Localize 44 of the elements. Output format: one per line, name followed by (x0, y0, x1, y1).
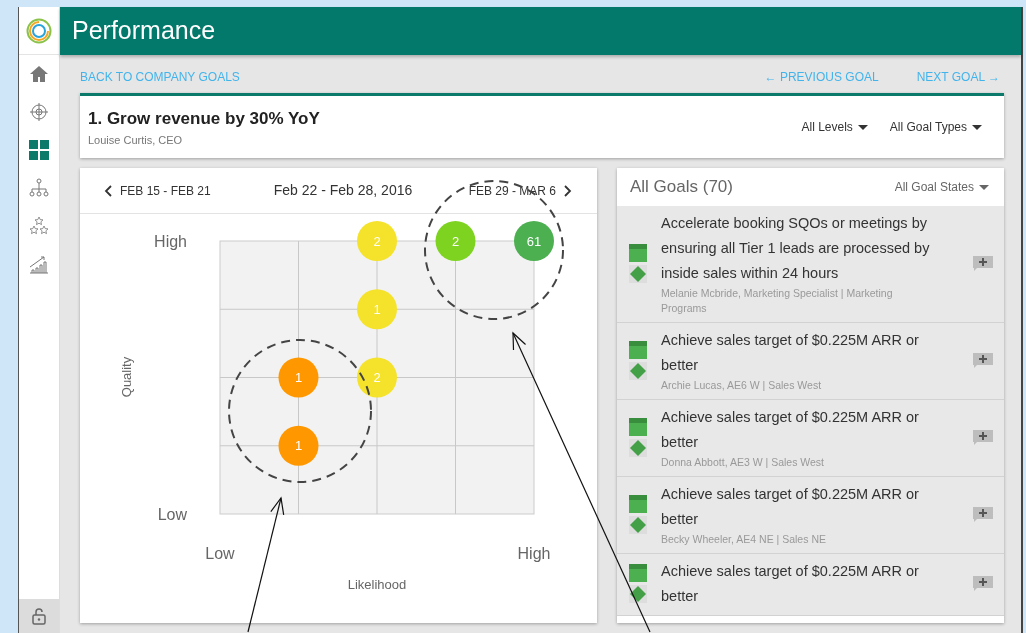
add-comment-icon[interactable] (972, 505, 994, 524)
chevron-left-icon (104, 184, 112, 197)
add-comment-icon[interactable] (972, 254, 994, 273)
status-icon (629, 564, 649, 604)
add-comment-icon[interactable] (972, 351, 994, 370)
filter-dropdown[interactable]: All Goal Types (889, 118, 982, 136)
goal-owner: Becky Wheeler, AE4 NE | Sales NE (661, 532, 827, 547)
y-axis-label: Quality (119, 356, 134, 398)
goal-owner: Donna Abbott, AE3 W | Sales West (661, 455, 826, 470)
logo-icon (26, 17, 52, 44)
goal-title: 1. Grow revenue by 30% YoY (88, 108, 320, 130)
goal-state-dropdown[interactable]: All Goal States (894, 178, 989, 196)
hierarchy-icon[interactable] (29, 178, 49, 198)
status-icon (629, 417, 649, 458)
status-icon (629, 494, 649, 535)
previous-week-link[interactable]: FEB 15 - FEB 21 (104, 181, 211, 200)
goal-owner: Louise Curtis, CEO (88, 132, 184, 148)
lock-icon[interactable] (31, 607, 47, 625)
x-tick-label: High (517, 545, 551, 562)
next-week-link[interactable]: FEB 29 - MAR 6 (468, 181, 572, 200)
panel-title: All Goals (70) (630, 176, 733, 199)
x-axis-label: Likelihood (347, 577, 407, 592)
goal-owner: Melanie Mcbride, Marketing Specialist | Marketing Programs (661, 286, 894, 316)
goal-title[interactable]: Accelerate booking SQOs or meetings by ensuring all Tier 1 leads are processed by inside sales within 24 hours (661, 211, 931, 286)
grid-icon[interactable] (29, 140, 49, 160)
current-week: Feb 22 - Feb 28, 2016 (273, 181, 413, 200)
goal-title[interactable]: Achieve sales target of $0.225M ARR or better (661, 482, 931, 532)
y-tick-label: Low (157, 506, 187, 523)
y-tick-label: High (154, 233, 187, 250)
status-icon (629, 340, 649, 381)
add-comment-icon[interactable] (972, 575, 994, 593)
stars-icon[interactable] (29, 216, 49, 236)
target-icon[interactable] (29, 102, 49, 122)
home-icon[interactable] (29, 64, 49, 84)
status-icon (629, 243, 649, 284)
x-tick-label: Low (205, 545, 235, 562)
chevron-right-icon (564, 184, 572, 197)
add-comment-icon[interactable] (972, 428, 994, 447)
bar-chart-icon[interactable] (29, 254, 49, 274)
page-title: Performance (60, 7, 1021, 55)
goal-title[interactable]: Achieve sales target of $0.225M ARR or better (661, 328, 931, 378)
filter-dropdown[interactable]: All Levels (801, 118, 868, 136)
goal-title[interactable]: Achieve sales target of $0.225M ARR or better (661, 405, 931, 455)
goal-owner: Archie Lucas, AE6 W | Sales West (661, 378, 823, 393)
